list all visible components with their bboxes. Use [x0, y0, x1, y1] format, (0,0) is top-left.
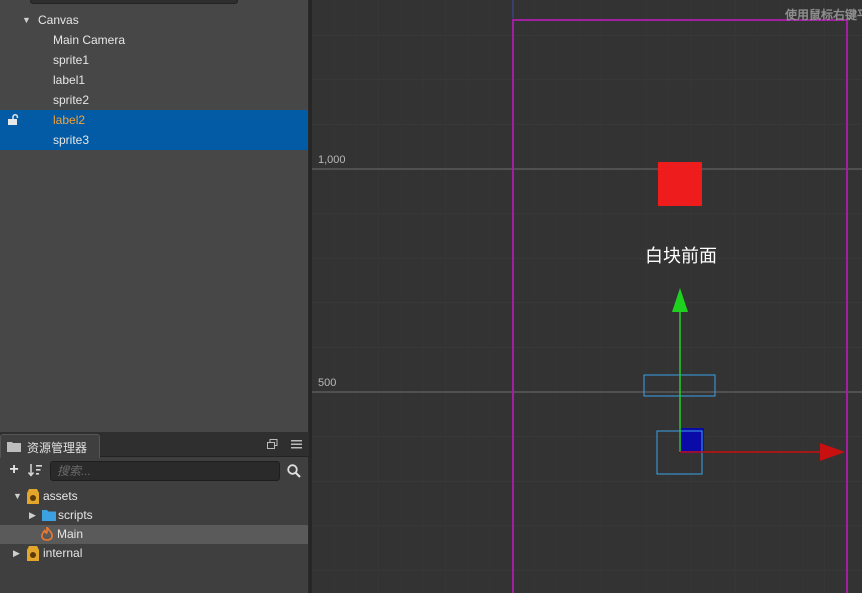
- asset-db-icon: [27, 546, 39, 561]
- hierarchy-item-label: label2: [53, 113, 86, 127]
- hierarchy-item-label: sprite2: [53, 93, 90, 107]
- gizmo-y-arrow[interactable]: [672, 288, 688, 312]
- add-asset-button[interactable]: +: [6, 460, 22, 480]
- assets-panel: 资源管理器 + ▼ assets: [0, 432, 309, 593]
- caret-down-icon[interactable]: ▼: [13, 487, 22, 506]
- sprite-red[interactable]: [658, 162, 702, 206]
- asset-item-label: internal: [43, 546, 83, 560]
- hierarchy-item-sprite2[interactable]: sprite2: [0, 90, 308, 110]
- caret-right-icon[interactable]: ▶: [13, 544, 20, 563]
- asset-item-label: Main: [57, 527, 84, 541]
- hierarchy-item-main-camera[interactable]: Main Camera: [0, 30, 308, 50]
- sprite-blue[interactable]: [679, 428, 704, 453]
- asset-item-internal[interactable]: ▶ internal: [0, 544, 308, 563]
- restore-window-icon[interactable]: [267, 439, 278, 450]
- hierarchy-item-sprite3[interactable]: sprite3: [0, 130, 308, 150]
- hierarchy-item-label: sprite3: [53, 133, 90, 147]
- tab-assets[interactable]: 资源管理器: [0, 434, 100, 458]
- hierarchy-item-label: Main Camera: [53, 33, 126, 47]
- asset-db-icon: [27, 489, 39, 504]
- scene-grid: [312, 0, 862, 593]
- axis-label-500: 500: [318, 377, 337, 389]
- scene-hint-text: 使用鼠标右键平: [785, 8, 862, 22]
- scene-view[interactable]: 使用鼠标右键平 1,000 500 白块前面: [312, 0, 862, 593]
- asset-item-label: assets: [43, 489, 78, 503]
- hierarchy-item-canvas[interactable]: ▼ Canvas: [0, 10, 308, 30]
- hierarchy-item-label: sprite1: [53, 53, 90, 67]
- gizmo-x-arrow[interactable]: [820, 443, 845, 461]
- assets-tab-bar: 资源管理器: [0, 432, 309, 458]
- lock-open-icon[interactable]: [8, 114, 19, 126]
- hierarchy-item-label1[interactable]: label1: [0, 70, 308, 90]
- hierarchy-search-input[interactable]: [30, 0, 238, 4]
- hierarchy-item-label: label1: [53, 73, 86, 87]
- asset-item-scripts[interactable]: ▶ scripts: [0, 506, 308, 525]
- asset-item-label: scripts: [58, 508, 93, 522]
- search-icon[interactable]: [287, 464, 301, 478]
- asset-item-main[interactable]: Main: [0, 525, 308, 544]
- axis-label-1000: 1,000: [318, 154, 346, 166]
- hierarchy-panel: ▾ ▼ Canvas Main Camera sprite1 label1 sp…: [0, 0, 309, 432]
- hierarchy-item-label2[interactable]: label2: [0, 110, 308, 130]
- assets-search-input[interactable]: [50, 461, 280, 481]
- assets-toolbar: +: [0, 458, 309, 484]
- menu-icon[interactable]: [291, 439, 302, 449]
- tab-label: 资源管理器: [27, 441, 88, 455]
- folder-icon: [42, 510, 56, 521]
- sort-icon[interactable]: [28, 463, 42, 477]
- label2-scene-text[interactable]: 白块前面: [645, 242, 717, 268]
- hierarchy-item-sprite1[interactable]: sprite1: [0, 50, 308, 70]
- caret-down-icon[interactable]: ▼: [22, 10, 31, 30]
- fire-scene-icon: [41, 527, 53, 541]
- chevron-down-icon[interactable]: ▾: [252, 0, 257, 3]
- folder-icon: [7, 442, 21, 452]
- asset-item-assets[interactable]: ▼ assets: [0, 487, 308, 506]
- hierarchy-item-label: Canvas: [38, 13, 79, 27]
- caret-right-icon[interactable]: ▶: [29, 506, 36, 525]
